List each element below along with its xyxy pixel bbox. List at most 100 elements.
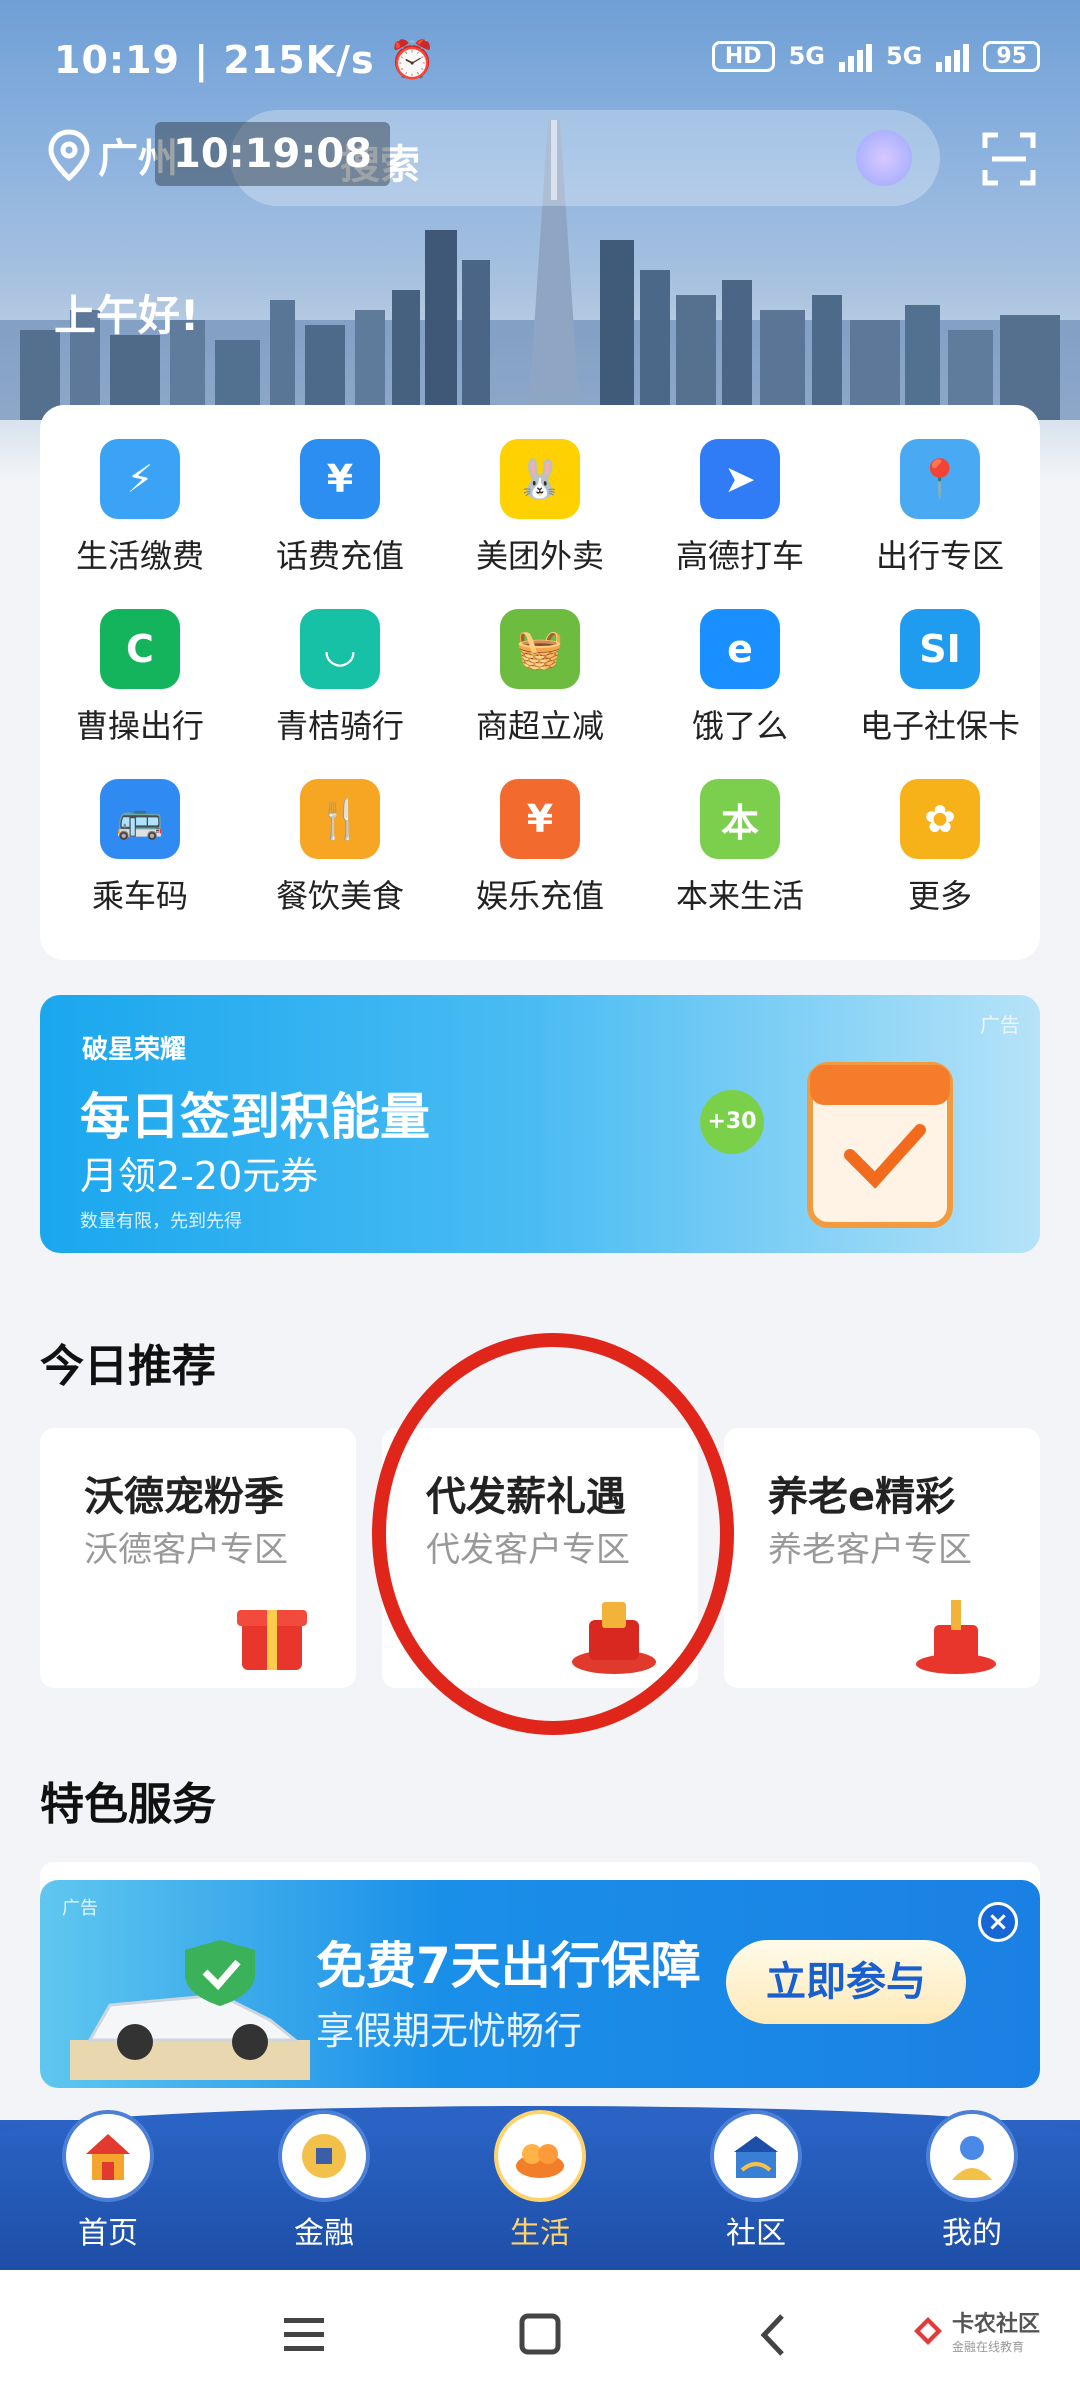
service-label: 生活缴费 bbox=[75, 537, 204, 575]
benlai-icon: 本 bbox=[700, 779, 780, 859]
recommend-card-3[interactable]: 养老e精彩 养老客户专区 bbox=[724, 1428, 1040, 1688]
highlight-circle-annotation bbox=[372, 1333, 734, 1735]
service-item[interactable]: C 曹操出行 bbox=[40, 605, 240, 755]
card-title: 养老e精彩 bbox=[768, 1474, 956, 1520]
signin-banner[interactable]: 破星荣耀 每日签到积能量 月领2-20元券 数量有限，先到先得 广告 +30 bbox=[40, 995, 1040, 1253]
service-label: 电子社保卡 bbox=[859, 707, 1020, 745]
basket-icon: 🧺 bbox=[500, 609, 580, 689]
ad-tag: 广告 bbox=[62, 1898, 98, 1919]
card-subtitle: 沃德客户专区 bbox=[84, 1530, 288, 1570]
banner-fineprint: 数量有限，先到先得 bbox=[80, 1211, 242, 1232]
service-label: 餐饮美食 bbox=[275, 877, 404, 915]
profile-icon bbox=[926, 2110, 1018, 2202]
bus-icon: 🚌 bbox=[100, 779, 180, 859]
alarm-icon: ⏰ bbox=[388, 38, 438, 82]
service-item[interactable]: ✿ 更多 bbox=[840, 775, 1040, 925]
timestamp-overlay: 10:19:08 bbox=[155, 122, 390, 186]
status-time: 10:19 | 215K/s ⏰ bbox=[54, 38, 438, 82]
signal-icon bbox=[838, 40, 872, 72]
service-item[interactable]: ➤ 高德打车 bbox=[640, 435, 840, 585]
service-label: 娱乐充值 bbox=[475, 877, 604, 915]
amap-icon: ➤ bbox=[700, 439, 780, 519]
video-icon: ¥ bbox=[500, 779, 580, 859]
service-label: 高德打车 bbox=[675, 537, 804, 575]
si-card-icon: SI bbox=[900, 609, 980, 689]
greeting-text: 上午好! bbox=[54, 291, 200, 340]
status-bar: 10:19 | 215K/s ⏰ HD 5G 5G 95 bbox=[0, 0, 1080, 120]
gift-box-icon bbox=[916, 1600, 996, 1674]
tab-profile[interactable]: 我的 bbox=[902, 2110, 1042, 2270]
service-grid-card: ⚡ 生活缴费 ¥ 话费充值 🐰 美团外卖 ➤ 高德打车 📍 出行专区 C 曹操出行 ◡ 青桔骑行 🧺 商超立减… bbox=[40, 405, 1040, 960]
voice-mic-icon[interactable] bbox=[856, 130, 912, 186]
map-pin-icon: 📍 bbox=[900, 439, 980, 519]
close-icon[interactable]: × bbox=[978, 1902, 1018, 1942]
join-now-button[interactable]: 立即参与 bbox=[726, 1940, 966, 2024]
more-icon: ✿ bbox=[900, 779, 980, 859]
phone-icon: ¥ bbox=[300, 439, 380, 519]
finance-icon bbox=[278, 2110, 370, 2202]
service-label: 曹操出行 bbox=[75, 707, 204, 745]
service-item[interactable]: 🐰 美团外卖 bbox=[440, 435, 640, 585]
banner-subtitle: 月领2-20元券 bbox=[80, 1154, 319, 1198]
back-icon[interactable] bbox=[744, 2310, 804, 2360]
banner-brand: 破星荣耀 bbox=[82, 1035, 187, 1065]
status-icons: HD 5G 5G 95 bbox=[711, 40, 1040, 72]
service-item[interactable]: ⚡ 生活缴费 bbox=[40, 435, 240, 585]
location-search-row: 广州 搜索 10:19:08 bbox=[0, 110, 1080, 206]
service-item[interactable]: 📍 出行专区 bbox=[840, 435, 1040, 585]
tab-life[interactable]: 生活 bbox=[470, 2110, 610, 2270]
meituan-icon: 🐰 bbox=[500, 439, 580, 519]
watermark-logo: 卡农社区 金融在线教育 bbox=[910, 2306, 1040, 2355]
qingju-icon: ◡ bbox=[300, 609, 380, 689]
service-item[interactable]: e 饿了么 bbox=[640, 605, 840, 755]
service-item[interactable]: ¥ 话费充值 bbox=[240, 435, 440, 585]
recommend-card-1[interactable]: 沃德宠粉季 沃德客户专区 bbox=[40, 1428, 356, 1688]
car-illustration-icon bbox=[70, 1940, 310, 2080]
banner-title: 每日签到积能量 bbox=[80, 1088, 430, 1146]
service-label: 美团外卖 bbox=[475, 537, 604, 575]
kanong-logo-icon bbox=[913, 2316, 942, 2345]
service-label: 饿了么 bbox=[691, 707, 788, 745]
ad-tag: 广告 bbox=[980, 1013, 1020, 1037]
service-item[interactable]: SI 电子社保卡 bbox=[840, 605, 1040, 755]
signal-icon-2 bbox=[936, 40, 970, 72]
menu-icon[interactable] bbox=[276, 2310, 336, 2360]
community-icon bbox=[710, 2110, 802, 2202]
service-label: 更多 bbox=[907, 877, 972, 915]
caocao-icon: C bbox=[100, 609, 180, 689]
eleme-icon: e bbox=[700, 609, 780, 689]
home-icon bbox=[62, 2110, 154, 2202]
service-label: 出行专区 bbox=[875, 537, 1004, 575]
features-section-title: 特色服务 bbox=[40, 1779, 216, 1830]
scan-icon[interactable] bbox=[982, 132, 1036, 186]
bolt-icon: ⚡ bbox=[100, 439, 180, 519]
bottom-tab-bar: 首页 金融 生活 社区 我的 bbox=[0, 2106, 1080, 2270]
energy-badge: +30 bbox=[700, 1090, 764, 1154]
battery-icon: 95 bbox=[983, 40, 1040, 72]
service-item[interactable]: 🧺 商超立减 bbox=[440, 605, 640, 755]
tab-community[interactable]: 社区 bbox=[686, 2110, 826, 2270]
home-square-icon[interactable] bbox=[510, 2310, 570, 2360]
life-icon bbox=[494, 2110, 586, 2202]
hd-icon: HD bbox=[711, 40, 775, 72]
card-title: 沃德宠粉季 bbox=[84, 1474, 284, 1520]
recommend-section-title: 今日推荐 bbox=[40, 1341, 216, 1392]
service-item[interactable]: 本本来生活 bbox=[640, 775, 840, 925]
banner-title: 免费7天出行保障 bbox=[316, 1937, 701, 1995]
travel-protection-banner[interactable]: 广告 免费7天出行保障 享假期无忧畅行 立即参与 × bbox=[40, 1880, 1040, 2088]
service-label: 乘车码 bbox=[91, 877, 188, 915]
network-label: 5G bbox=[788, 42, 825, 70]
location-pin-icon bbox=[48, 129, 90, 181]
system-navigation-bar: 卡农社区 金融在线教育 bbox=[0, 2270, 1080, 2400]
banner-subtitle: 享假期无忧畅行 bbox=[316, 2009, 583, 2053]
service-grid: ⚡ 生活缴费 ¥ 话费充值 🐰 美团外卖 ➤ 高德打车 📍 出行专区 C 曹操出行 ◡ 青桔骑行 🧺 商超立减… bbox=[40, 435, 1040, 925]
service-item[interactable]: 🚌 乘车码 bbox=[40, 775, 240, 925]
tab-home[interactable]: 首页 bbox=[38, 2110, 178, 2270]
tab-finance[interactable]: 金融 bbox=[254, 2110, 394, 2270]
service-item[interactable]: 🍴 餐饮美食 bbox=[240, 775, 440, 925]
service-item[interactable]: ¥ 娱乐充值 bbox=[440, 775, 640, 925]
service-label: 青桔骑行 bbox=[275, 707, 404, 745]
card-subtitle: 养老客户专区 bbox=[768, 1530, 972, 1570]
service-item[interactable]: ◡ 青桔骑行 bbox=[240, 605, 440, 755]
dining-icon: 🍴 bbox=[300, 779, 380, 859]
